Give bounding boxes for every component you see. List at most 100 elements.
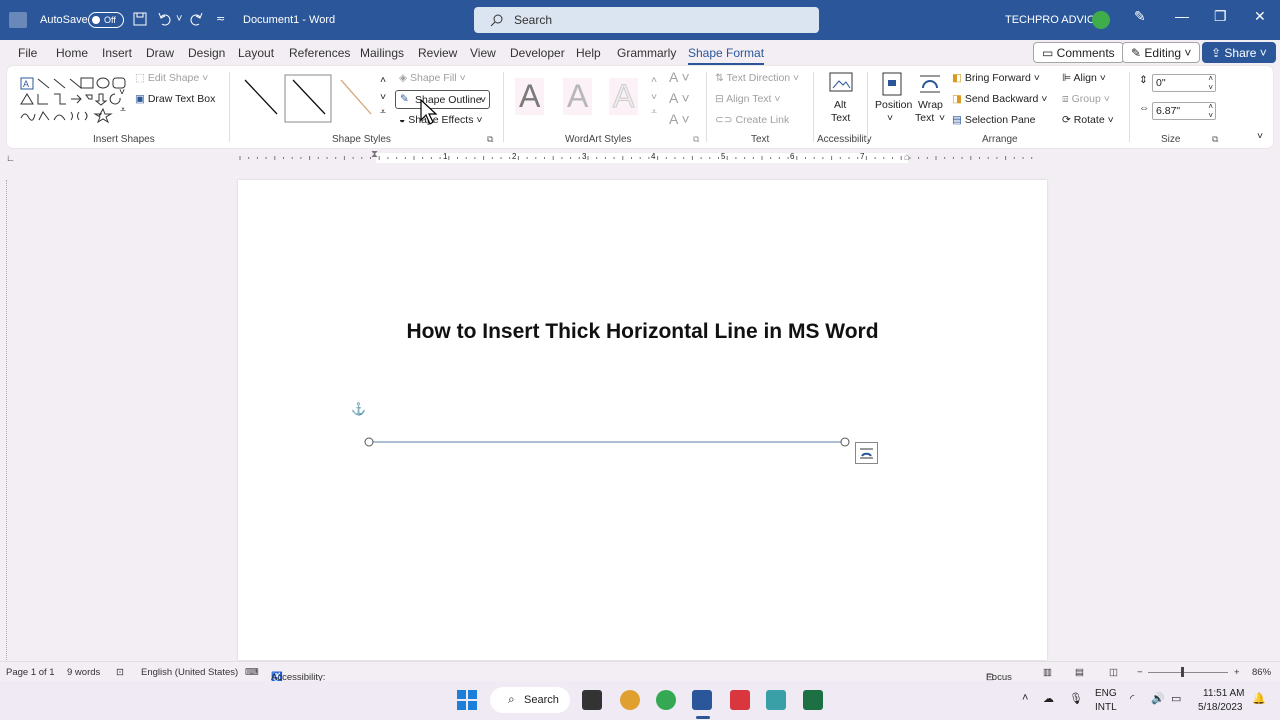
shapes-more-icon[interactable]: ˅ [119, 86, 125, 98]
autosave-toggle[interactable]: Off [88, 12, 124, 28]
notifications-icon[interactable]: 🔔 [1252, 692, 1266, 705]
save-icon[interactable] [133, 12, 147, 26]
shape-outline-button[interactable]: ✎ Shape Outline ˅ [395, 90, 490, 109]
tab-help[interactable]: Help [576, 46, 601, 60]
collapse-ribbon-icon[interactable]: ˅ [1257, 130, 1263, 142]
account-name[interactable]: TECHPRO ADVICE [1005, 14, 1102, 26]
wifi-icon[interactable]: ◜ [1130, 692, 1134, 705]
chevron-up-icon[interactable]: ˄ [1022, 692, 1028, 704]
volume-icon[interactable]: 🔊 [1151, 692, 1165, 705]
wrap-text-button[interactable]: Wrap Text ˅ [913, 72, 947, 130]
comments-button[interactable]: ▭ Comments [1033, 42, 1124, 63]
taskbar-search[interactable]: ⌕ Search [490, 687, 570, 713]
position-button[interactable]: Position ˅ [873, 72, 913, 130]
proofing-icon[interactable]: ⊡ [116, 667, 124, 678]
undo-dropdown-icon[interactable]: ˅ [176, 13, 182, 25]
tab-mailings[interactable]: Mailings [360, 46, 404, 60]
language-variant[interactable]: INTL [1095, 702, 1117, 713]
zoom-level[interactable]: 86% [1252, 667, 1271, 678]
indent-marker-icon[interactable]: ⧗ [371, 149, 378, 160]
tab-developer[interactable]: Developer [510, 46, 565, 60]
tab-home[interactable]: Home [56, 46, 88, 60]
gallery-up-icon[interactable]: ˄ [380, 74, 386, 86]
zoom-out-icon[interactable]: − [1137, 667, 1143, 678]
zoom-in-icon[interactable]: + [1234, 667, 1240, 678]
rotate-button[interactable]: ⟳ Rotate ˅ [1062, 114, 1114, 126]
tab-layout[interactable]: Layout [238, 46, 274, 60]
zoom-slider-thumb[interactable] [1181, 667, 1184, 677]
document-heading[interactable]: How to Insert Thick Horizontal Line in M… [238, 320, 1047, 344]
redo-icon[interactable] [188, 11, 204, 27]
minimize-icon[interactable]: — [1175, 8, 1189, 24]
shape-styles-launcher-icon[interactable]: ⧉ [487, 134, 493, 145]
wordart-style-3[interactable]: A [609, 78, 639, 115]
microphone-icon[interactable]: 🎙 [1069, 692, 1083, 705]
gallery-down-icon[interactable]: ˅ [380, 91, 386, 103]
chrome-icon[interactable] [620, 690, 640, 710]
shapes-expand-icon[interactable]: ⩡ [120, 104, 126, 117]
share-button[interactable]: ⇪ Share ˅ [1202, 42, 1276, 63]
tab-design[interactable]: Design [188, 46, 225, 60]
spin-icon[interactable]: ˄ ˅ [1208, 102, 1213, 120]
wordart-style-2[interactable]: A [563, 78, 593, 115]
document-page[interactable]: How to Insert Thick Horizontal Line in M… [238, 180, 1047, 660]
zoom-slider[interactable] [1148, 672, 1228, 673]
tab-review[interactable]: Review [418, 46, 457, 60]
editing-button[interactable]: ✎ Editing ˅ [1122, 42, 1201, 63]
size-launcher-icon[interactable]: ⧉ [1212, 134, 1218, 145]
excel-taskbar-icon[interactable] [803, 690, 823, 710]
search-box[interactable]: Search [474, 7, 819, 33]
language-code[interactable]: ENG [1095, 688, 1117, 699]
onedrive-icon[interactable]: ☁ [1043, 692, 1054, 705]
print-layout-icon[interactable]: ▤ [1075, 667, 1084, 678]
language-status[interactable]: English (United States) [141, 667, 238, 678]
word-taskbar-icon[interactable] [692, 690, 712, 710]
shape-styles-gallery[interactable] [237, 74, 377, 124]
restore-icon[interactable]: ❐ [1214, 8, 1227, 25]
windows-start-icon[interactable] [457, 690, 477, 710]
page-count[interactable]: Page 1 of 1 [6, 667, 55, 678]
spin-icon[interactable]: ˄ ˅ [1208, 74, 1213, 92]
layout-options-button[interactable] [855, 442, 878, 464]
horizontal-ruler[interactable]: 1 2 3 4 5 6 7 ⧗ ⌂ [236, 149, 1047, 166]
customize-toolbar-icon[interactable]: ≂ [216, 12, 225, 25]
read-mode-icon[interactable]: ▥ [1043, 667, 1052, 678]
tab-insert[interactable]: Insert [102, 46, 132, 60]
avatar[interactable] [1092, 11, 1110, 29]
tab-grammarly[interactable]: Grammarly [617, 46, 676, 60]
shape-height-input[interactable]: 0" ˄ ˅ [1152, 74, 1216, 92]
tab-selector-icon[interactable]: ∟ [6, 153, 15, 163]
shapes-gallery[interactable]: A [19, 76, 129, 124]
draw-text-box-button[interactable]: ▣ Draw Text Box [135, 93, 215, 105]
horizontal-line-shape[interactable] [364, 435, 854, 449]
clock-time[interactable]: 11:51 AM [1203, 688, 1245, 699]
tab-view[interactable]: View [470, 46, 496, 60]
tab-file[interactable]: File [18, 46, 37, 60]
close-icon[interactable]: ✕ [1254, 8, 1266, 25]
align-button[interactable]: ⊫ Align ˅ [1062, 72, 1106, 84]
right-indent-marker-icon[interactable]: ⌂ [904, 152, 910, 163]
vertical-ruler[interactable] [6, 180, 14, 660]
tab-draw[interactable]: Draw [146, 46, 174, 60]
undo-icon[interactable] [157, 11, 173, 27]
web-layout-icon[interactable]: ◫ [1109, 667, 1118, 678]
task-view-icon[interactable] [582, 690, 602, 710]
selection-pane-button[interactable]: ▤ Selection Pane [952, 114, 1035, 126]
wordart-style-1[interactable]: A [515, 78, 545, 115]
clock-date[interactable]: 5/18/2023 [1198, 702, 1243, 713]
text-predictions-icon[interactable]: ⌨ [245, 667, 259, 678]
tab-references[interactable]: References [289, 46, 350, 60]
shape-width-input[interactable]: 6.87" ˄ ˅ [1152, 102, 1216, 120]
screen-recorder-icon[interactable] [730, 690, 750, 710]
chrome-profile-icon[interactable] [656, 690, 676, 710]
bring-forward-button[interactable]: ◧ Bring Forward ˅ [952, 72, 1040, 84]
battery-icon[interactable]: ▭ [1171, 692, 1181, 705]
send-backward-button[interactable]: ◨ Send Backward ˅ [952, 93, 1047, 105]
tab-shape-format[interactable]: Shape Format [688, 46, 765, 65]
notepad-icon[interactable] [766, 690, 786, 710]
word-count[interactable]: 9 words [67, 667, 100, 678]
designer-icon[interactable]: ✎ [1134, 8, 1146, 25]
shape-effects-button[interactable]: ◒ Shape Effects ˅ [399, 114, 483, 126]
alt-text-button[interactable]: Alt Text [819, 72, 863, 128]
wordart-gallery[interactable]: A A A [509, 78, 649, 118]
